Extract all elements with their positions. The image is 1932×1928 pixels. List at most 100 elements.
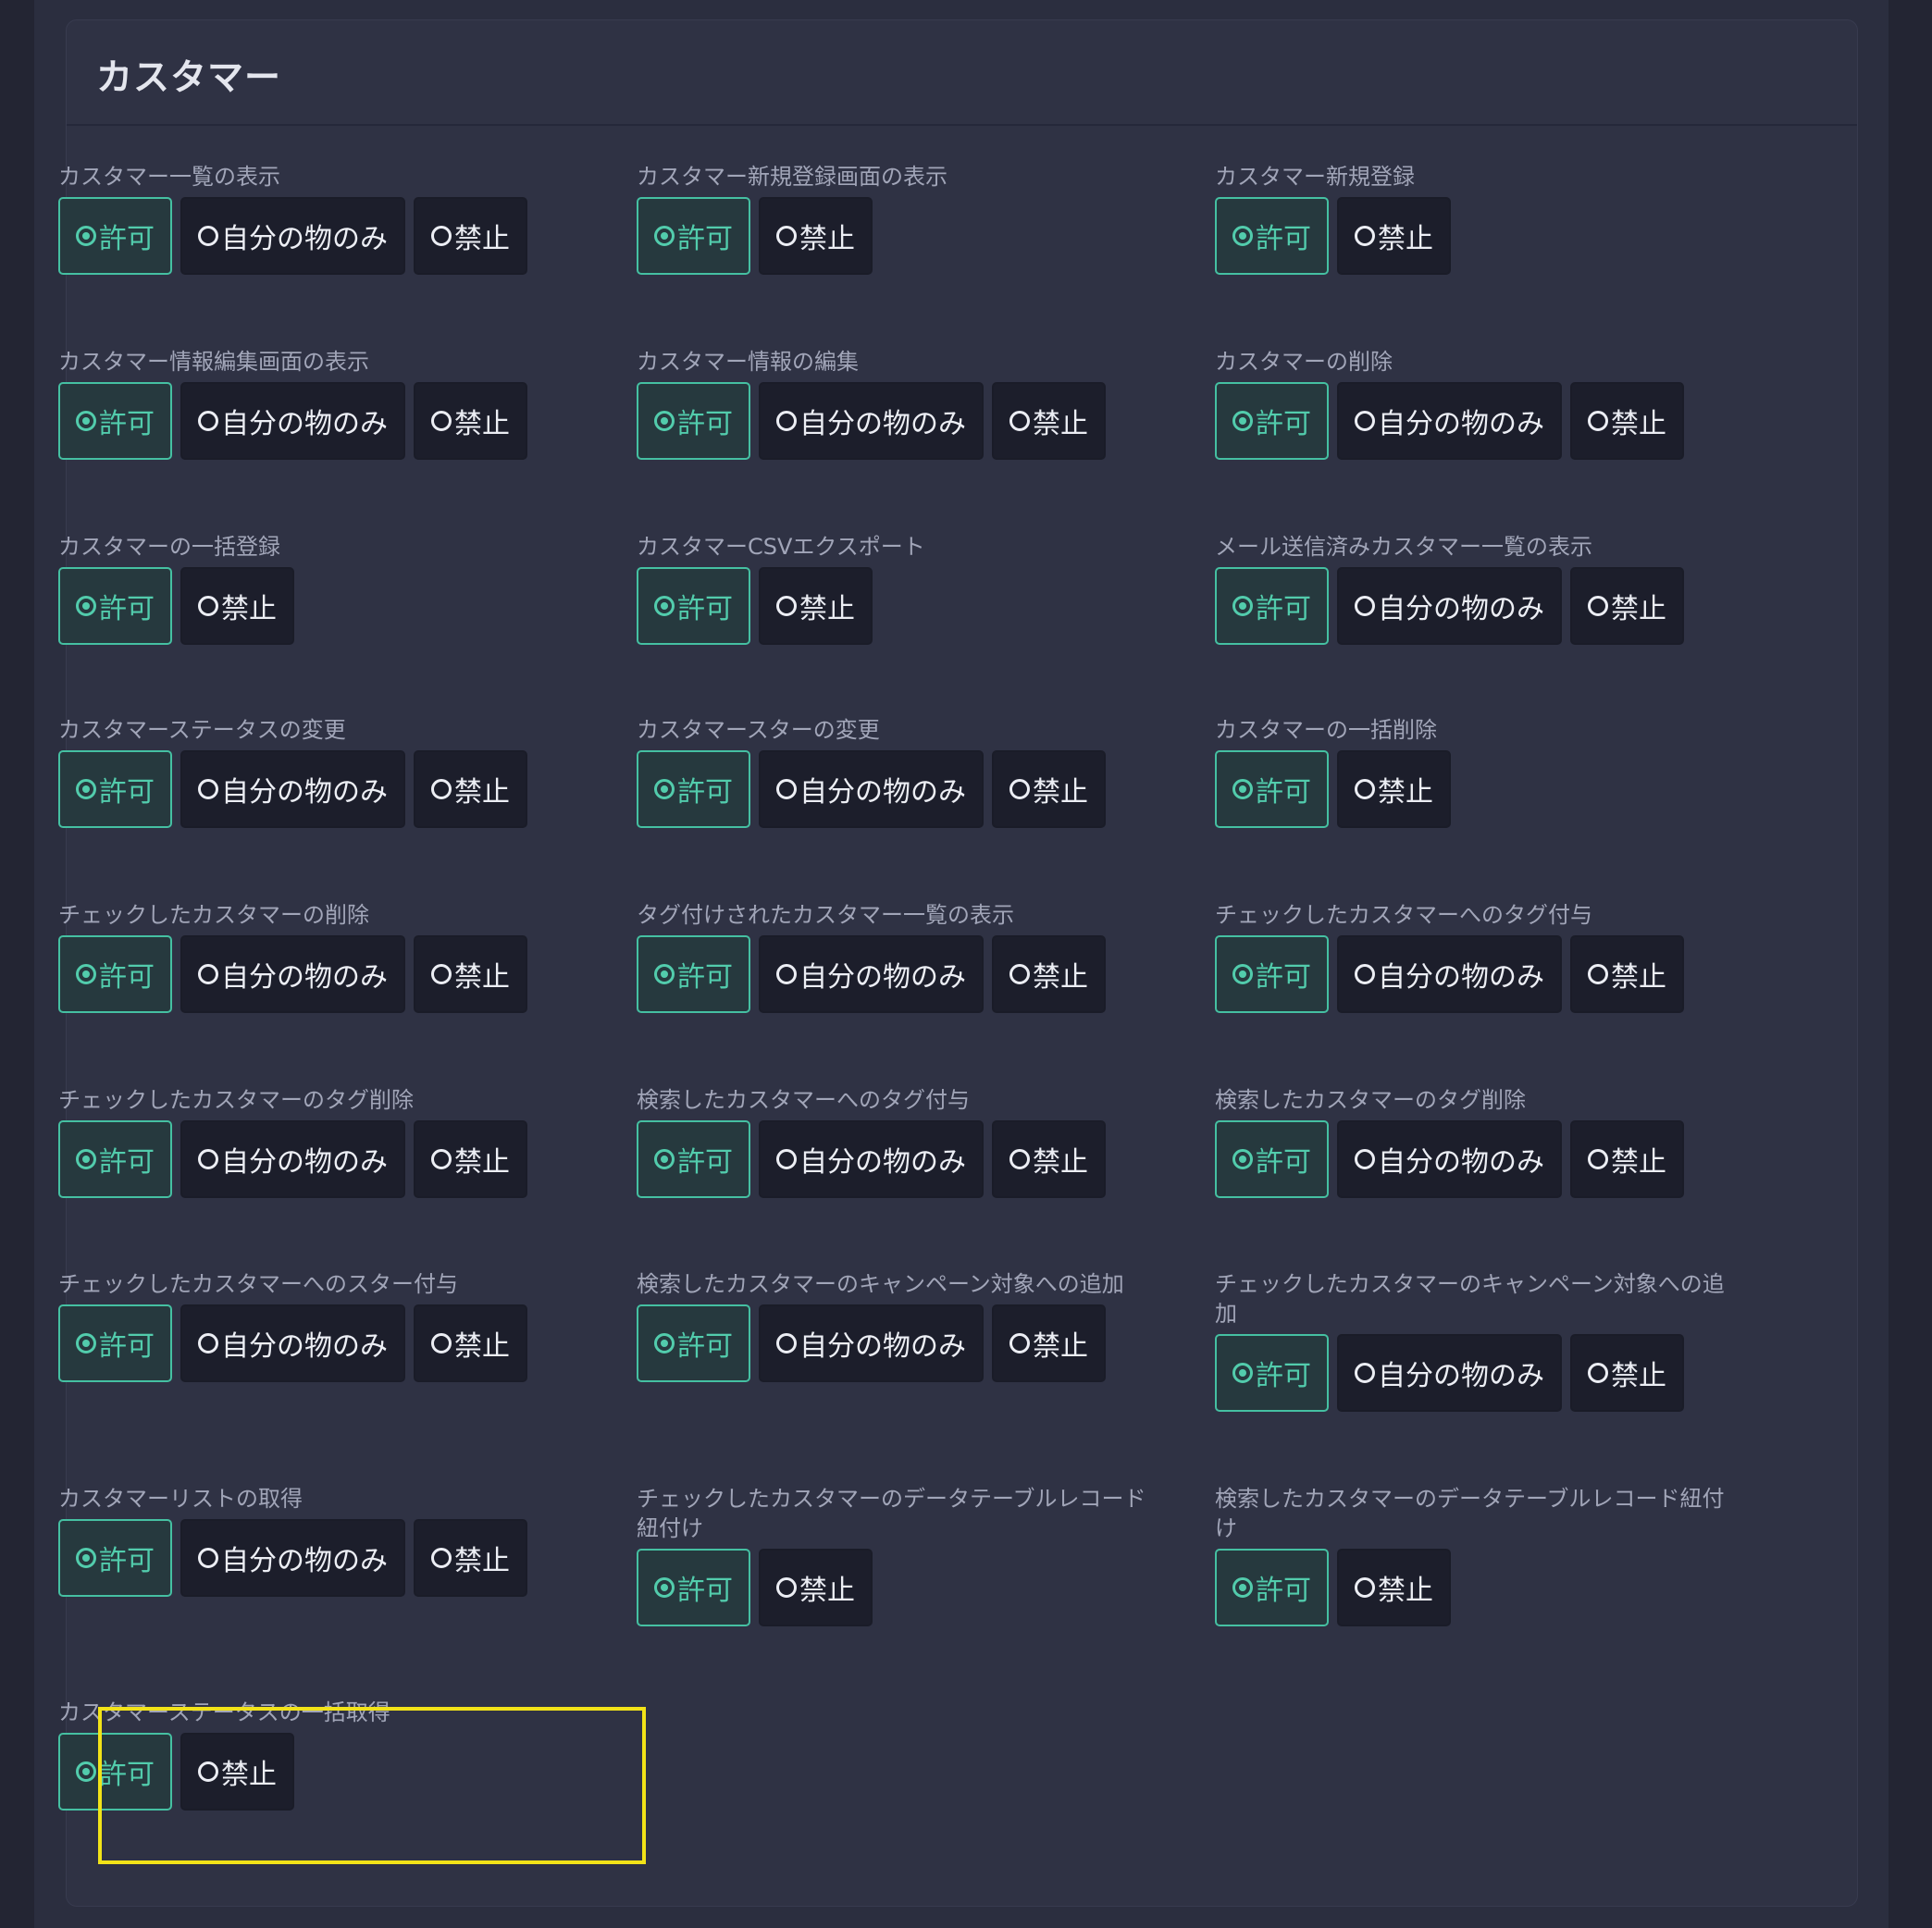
option-allow-button[interactable]: 許可 (637, 197, 750, 275)
option-deny-button[interactable]: 禁止 (414, 935, 527, 1013)
option-allow-button[interactable]: 許可 (58, 1304, 172, 1382)
option-allow-button[interactable]: 許可 (58, 567, 172, 645)
option-own-button[interactable]: 自分の物のみ (1337, 567, 1562, 645)
option-deny-button[interactable]: 禁止 (992, 750, 1106, 828)
permission-label: チェックしたカスタマーへのスター付与 (58, 1271, 458, 1297)
option-deny-button[interactable]: 禁止 (1337, 197, 1451, 275)
option-label: 禁止 (799, 223, 855, 255)
option-label: 許可 (1256, 961, 1311, 994)
option-allow-button[interactable]: 許可 (637, 1120, 750, 1198)
option-own-button[interactable]: 自分の物のみ (180, 382, 405, 460)
option-deny-button[interactable]: 禁止 (414, 750, 527, 828)
option-label: 禁止 (1033, 1146, 1088, 1179)
option-deny-button[interactable]: 禁止 (759, 567, 873, 645)
option-own-button[interactable]: 自分の物のみ (180, 1120, 405, 1198)
option-deny-button[interactable]: 禁止 (1570, 567, 1684, 645)
option-label: 自分の物のみ (221, 961, 388, 994)
permission-options: 許可 自分の物のみ 禁止 (1215, 1120, 1793, 1198)
option-own-button[interactable]: 自分の物のみ (180, 935, 405, 1013)
option-allow-button[interactable]: 許可 (1215, 750, 1329, 828)
option-label: 禁止 (221, 593, 277, 625)
option-allow-button[interactable]: 許可 (1215, 567, 1329, 645)
option-deny-button[interactable]: 禁止 (992, 1120, 1106, 1198)
option-own-button[interactable]: 自分の物のみ (180, 1519, 405, 1597)
option-allow-button[interactable]: 許可 (1215, 382, 1329, 460)
permission-group: タグ付けされたカスタマー一覧の表示 許可 自分の物のみ 禁止 (637, 900, 1215, 1085)
option-deny-button[interactable]: 禁止 (414, 1304, 527, 1382)
option-label: 禁止 (1611, 593, 1666, 625)
option-allow-button[interactable]: 許可 (1215, 1120, 1329, 1198)
option-own-button[interactable]: 自分の物のみ (759, 935, 984, 1013)
option-own-button[interactable]: 自分の物のみ (180, 197, 405, 275)
permission-label: カスタマー一覧の表示 (58, 164, 280, 190)
option-own-button[interactable]: 自分の物のみ (1337, 1334, 1562, 1412)
option-own-button[interactable]: 自分の物のみ (759, 1304, 984, 1382)
radio-checked-icon (654, 964, 675, 984)
option-deny-button[interactable]: 禁止 (992, 935, 1106, 1013)
option-allow-button[interactable]: 許可 (637, 1549, 750, 1626)
permission-label: カスタマーの一括削除 (1215, 717, 1437, 743)
option-own-button[interactable]: 自分の物のみ (180, 1304, 405, 1382)
option-deny-button[interactable]: 禁止 (180, 1733, 294, 1811)
option-deny-button[interactable]: 禁止 (414, 1519, 527, 1597)
option-allow-button[interactable]: 許可 (1215, 935, 1329, 1013)
option-own-button[interactable]: 自分の物のみ (759, 382, 984, 460)
option-allow-button[interactable]: 許可 (1215, 1334, 1329, 1412)
option-deny-button[interactable]: 禁止 (1337, 1549, 1451, 1626)
option-allow-button[interactable]: 許可 (1215, 1549, 1329, 1626)
option-allow-button[interactable]: 許可 (637, 567, 750, 645)
option-own-button[interactable]: 自分の物のみ (1337, 1120, 1562, 1198)
radio-checked-icon (1232, 596, 1253, 616)
permission-options: 許可 禁止 (1215, 750, 1793, 828)
permission-options: 許可 禁止 (637, 1549, 1215, 1626)
option-deny-button[interactable]: 禁止 (1570, 935, 1684, 1013)
option-deny-button[interactable]: 禁止 (759, 1549, 873, 1626)
option-allow-button[interactable]: 許可 (1215, 197, 1329, 275)
option-allow-button[interactable]: 許可 (58, 197, 172, 275)
option-own-button[interactable]: 自分の物のみ (759, 1120, 984, 1198)
option-allow-button[interactable]: 許可 (58, 750, 172, 828)
option-allow-button[interactable]: 許可 (637, 750, 750, 828)
option-own-button[interactable]: 自分の物のみ (180, 750, 405, 828)
option-own-button[interactable]: 自分の物のみ (1337, 935, 1562, 1013)
radio-unchecked-icon (1588, 596, 1608, 616)
radio-unchecked-icon (1355, 964, 1375, 984)
option-own-button[interactable]: 自分の物のみ (1337, 382, 1562, 460)
option-deny-button[interactable]: 禁止 (414, 382, 527, 460)
permission-options: 許可 自分の物のみ 禁止 (1215, 935, 1793, 1013)
radio-checked-icon (76, 779, 96, 799)
permission-group: チェックしたカスタマーへのタグ付与 許可 自分の物のみ 禁止 (1215, 900, 1793, 1085)
permission-label: メール送信済みカスタマー一覧の表示 (1215, 534, 1592, 560)
option-deny-button[interactable]: 禁止 (1337, 750, 1451, 828)
option-allow-button[interactable]: 許可 (58, 1120, 172, 1198)
option-deny-button[interactable]: 禁止 (759, 197, 873, 275)
radio-unchecked-icon (431, 1548, 452, 1568)
option-label: 禁止 (1378, 1575, 1433, 1607)
permission-options: 許可 自分の物のみ 禁止 (58, 1304, 637, 1382)
option-allow-button[interactable]: 許可 (58, 1733, 172, 1811)
option-deny-button[interactable]: 禁止 (414, 197, 527, 275)
permission-group: カスタマー新規登録画面の表示 許可 禁止 (637, 162, 1215, 347)
option-allow-button[interactable]: 許可 (58, 382, 172, 460)
option-allow-button[interactable]: 許可 (637, 935, 750, 1013)
permission-group: 検索したカスタマーのデータテーブルレコード紐付け 許可 禁止 (1215, 1484, 1793, 1698)
option-label: 禁止 (1378, 223, 1433, 255)
permission-group: カスタマーリストの取得 許可 自分の物のみ 禁止 (58, 1484, 637, 1698)
permission-group: メール送信済みカスタマー一覧の表示許可 自分の物のみ 禁止 (1215, 532, 1793, 715)
option-allow-button[interactable]: 許可 (58, 935, 172, 1013)
option-deny-button[interactable]: 禁止 (1570, 1334, 1684, 1412)
option-deny-button[interactable]: 禁止 (414, 1120, 527, 1198)
option-deny-button[interactable]: 禁止 (180, 567, 294, 645)
option-label: 許可 (677, 408, 733, 440)
option-label: 禁止 (1611, 1360, 1666, 1392)
option-deny-button[interactable]: 禁止 (1570, 1120, 1684, 1198)
radio-unchecked-icon (1355, 1577, 1375, 1598)
option-allow-button[interactable]: 許可 (637, 382, 750, 460)
option-own-button[interactable]: 自分の物のみ (759, 750, 984, 828)
option-allow-button[interactable]: 許可 (637, 1304, 750, 1382)
option-allow-button[interactable]: 許可 (58, 1519, 172, 1597)
option-deny-button[interactable]: 禁止 (992, 1304, 1106, 1382)
option-deny-button[interactable]: 禁止 (992, 382, 1106, 460)
option-deny-button[interactable]: 禁止 (1570, 382, 1684, 460)
permission-label: チェックしたカスタマーの削除 (58, 902, 369, 928)
